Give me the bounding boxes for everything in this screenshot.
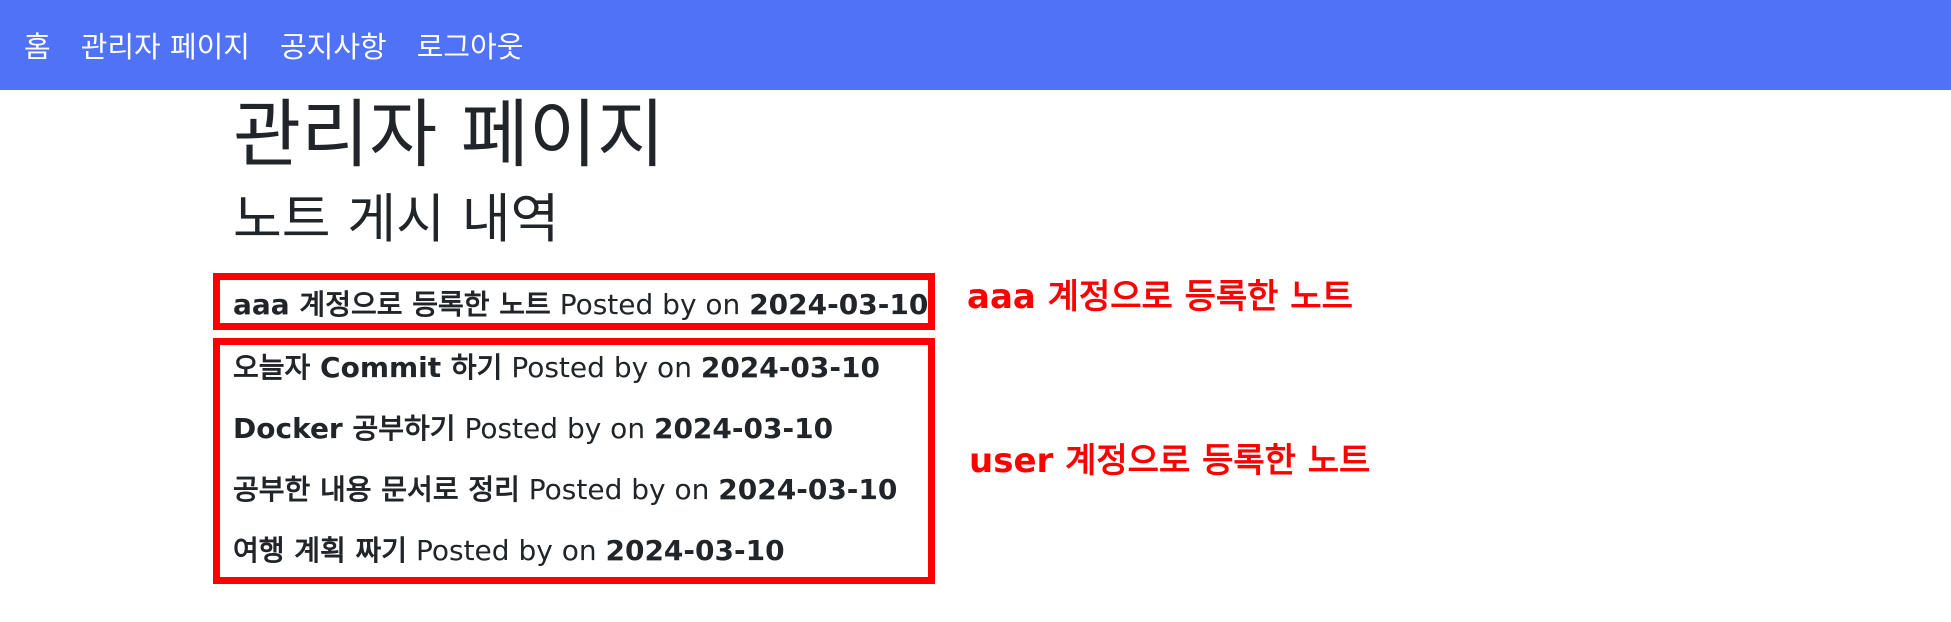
note-date: 2024-03-10 [700,351,880,384]
note-posted-by: Posted by on [559,288,741,321]
note-date: 2024-03-10 [718,473,898,506]
note-item: aaa 계정으로 등록한 노트 Posted by on 2024-03-10 [233,280,928,330]
note-posted-by: Posted by on [528,473,710,506]
nav-link-logout[interactable]: 로그아웃 [417,24,524,66]
note-item: 공부한 내용 문서로 정리 Posted by on 2024-03-10 [233,465,897,515]
note-title-link[interactable]: aaa 계정으로 등록한 노트 [233,288,551,321]
section-title: 노트 게시 내역 [233,189,560,250]
note-item: Docker 공부하기 Posted by on 2024-03-10 [233,404,833,454]
note-posted-by: Posted by on [464,412,646,445]
note-item: 오늘자 Commit 하기 Posted by on 2024-03-10 [233,343,880,393]
note-title-link[interactable]: Docker 공부하기 [233,412,456,445]
navbar: 홈 관리자 페이지 공지사항 로그아웃 [0,0,1951,90]
note-date: 2024-03-10 [605,534,785,567]
note-date: 2024-03-10 [653,412,834,445]
note-title-link[interactable]: 오늘자 Commit 하기 [233,351,502,384]
annotation-aaa-notes: aaa 계정으로 등록한 노트 [967,277,1353,317]
note-posted-by: Posted by on [511,351,692,384]
nav-link-admin[interactable]: 관리자 페이지 [81,24,250,66]
annotation-user-notes: user 계정으로 등록한 노트 [969,441,1371,481]
note-title-link[interactable]: 공부한 내용 문서로 정리 [233,473,520,506]
note-posted-by: Posted by on [415,534,597,567]
nav-link-home[interactable]: 홈 [24,24,51,66]
note-date: 2024-03-10 [749,288,929,321]
note-title-link[interactable]: 여행 계획 짜기 [233,534,407,567]
page-title: 관리자 페이지 [233,92,666,178]
nav-link-notice[interactable]: 공지사항 [280,24,387,66]
note-item: 여행 계획 짜기 Posted by on 2024-03-10 [233,526,785,576]
